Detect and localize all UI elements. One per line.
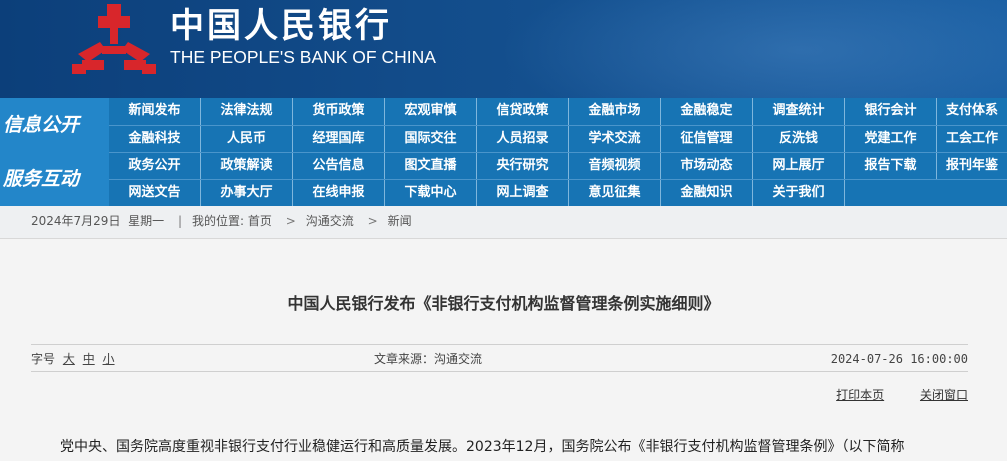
nav-item[interactable]: 人民币 bbox=[201, 126, 293, 153]
font-medium-button[interactable]: 中 bbox=[83, 352, 95, 366]
header-glow bbox=[500, 0, 1007, 98]
chevron-right-icon: > bbox=[285, 214, 296, 228]
nav-item[interactable]: 网送文告 bbox=[109, 180, 201, 207]
nav-item[interactable]: 国际交往 bbox=[385, 126, 477, 153]
nav-item[interactable]: 关于我们 bbox=[753, 180, 845, 207]
main-nav: 信息公开 服务互动 新闻发布 法律法规 货币政策 宏观审慎 信贷政策 金融市场 … bbox=[0, 98, 1007, 207]
nav-item[interactable]: 报刊年鉴 bbox=[937, 153, 1007, 180]
nav-grid: 新闻发布 法律法规 货币政策 宏观审慎 信贷政策 金融市场 金融稳定 调查统计 … bbox=[109, 98, 1007, 207]
article-source: 文章来源：沟通交流 bbox=[374, 352, 483, 366]
nav-item[interactable]: 法律法规 bbox=[201, 98, 293, 125]
nav-row-2: 金融科技 人民币 经理国库 国际交往 人员招录 学术交流 征信管理 反洗钱 党建… bbox=[109, 125, 1007, 153]
nav-item[interactable]: 市场动态 bbox=[661, 153, 753, 180]
font-small-button[interactable]: 小 bbox=[103, 352, 115, 366]
current-date: 2024年7月29日 bbox=[31, 214, 121, 228]
font-large-button[interactable]: 大 bbox=[63, 352, 75, 366]
nav-row-4: 网送文告 办事大厅 在线申报 下载中心 网上调查 意见征集 金融知识 关于我们 bbox=[109, 179, 1007, 207]
breadcrumb-prefix: 我的位置: bbox=[191, 214, 245, 228]
nav-section-info-disclosure: 信息公开 bbox=[0, 98, 109, 152]
article-content: 中国人民银行发布《非银行支付机构监督管理条例实施细则》 字号 大 中 小 文章来… bbox=[0, 254, 1007, 461]
print-page-link[interactable]: 打印本页 bbox=[836, 388, 884, 402]
nav-item[interactable]: 网上调查 bbox=[477, 180, 569, 207]
nav-item[interactable]: 政务公开 bbox=[109, 153, 201, 180]
nav-item[interactable]: 学术交流 bbox=[569, 126, 661, 153]
article-title: 中国人民银行发布《非银行支付机构监督管理条例实施细则》 bbox=[287, 294, 720, 313]
nav-item[interactable]: 在线申报 bbox=[293, 180, 385, 207]
nav-item[interactable]: 意见征集 bbox=[569, 180, 661, 207]
pboc-emblem-icon[interactable] bbox=[72, 2, 156, 76]
nav-item[interactable]: 信贷政策 bbox=[477, 98, 569, 125]
breadcrumb-divider: | bbox=[177, 214, 182, 228]
nav-item[interactable]: 经理国库 bbox=[293, 126, 385, 153]
nav-item[interactable]: 银行会计 bbox=[845, 98, 937, 125]
current-weekday: 星期一 bbox=[128, 214, 165, 228]
nav-item[interactable]: 图文直播 bbox=[385, 153, 477, 180]
nav-item[interactable]: 下载中心 bbox=[385, 180, 477, 207]
breadcrumb-news-link[interactable]: 新闻 bbox=[388, 214, 412, 228]
breadcrumb-communication-link[interactable]: 沟通交流 bbox=[306, 214, 354, 228]
nav-row-1: 新闻发布 法律法规 货币政策 宏观审慎 信贷政策 金融市场 金融稳定 调查统计 … bbox=[109, 98, 1007, 125]
nav-item[interactable]: 人员招录 bbox=[477, 126, 569, 153]
nav-item[interactable]: 公告信息 bbox=[293, 153, 385, 180]
breadcrumb-home-link[interactable]: 首页 bbox=[248, 214, 272, 228]
close-window-link[interactable]: 关闭窗口 bbox=[920, 388, 968, 402]
nav-item[interactable]: 金融科技 bbox=[109, 126, 201, 153]
nav-item[interactable]: 党建工作 bbox=[845, 126, 937, 153]
nav-item[interactable]: 金融市场 bbox=[569, 98, 661, 125]
nav-item[interactable]: 音频视频 bbox=[569, 153, 661, 180]
bank-name-en[interactable]: THE PEOPLE'S BANK OF CHINA bbox=[170, 47, 436, 67]
breadcrumb: 2024年7月29日 星期一 | 我的位置: 首页 > 沟通交流 > 新闻 bbox=[0, 206, 1007, 239]
font-size-label: 字号 bbox=[31, 352, 56, 366]
nav-item[interactable]: 金融稳定 bbox=[661, 98, 753, 125]
nav-item[interactable]: 报告下载 bbox=[845, 153, 937, 180]
font-size-controls: 字号 大 中 小 bbox=[31, 345, 115, 373]
article-datetime: 2024-07-26 16:00:00 bbox=[830, 352, 968, 366]
nav-row-3: 政务公开 政策解读 公告信息 图文直播 央行研究 音频视频 市场动态 网上展厅 … bbox=[109, 152, 1007, 180]
nav-item[interactable]: 新闻发布 bbox=[109, 98, 201, 125]
nav-item[interactable]: 支付体系 bbox=[937, 98, 1007, 125]
nav-item[interactable]: 网上展厅 bbox=[753, 153, 845, 180]
nav-item[interactable]: 征信管理 bbox=[661, 126, 753, 153]
article-body-first-line: 党中央、国务院高度重视非银行支付行业稳健运行和高质量发展。2023年12月，国务… bbox=[60, 439, 905, 455]
nav-item[interactable]: 办事大厅 bbox=[201, 180, 293, 207]
nav-section-service-interaction: 服务互动 bbox=[0, 152, 109, 206]
chevron-right-icon: > bbox=[367, 214, 378, 228]
nav-item[interactable]: 政策解读 bbox=[201, 153, 293, 180]
nav-item[interactable]: 货币政策 bbox=[293, 98, 385, 125]
nav-item[interactable]: 金融知识 bbox=[661, 180, 753, 207]
nav-item[interactable]: 工会工作 bbox=[937, 126, 1007, 153]
nav-item[interactable]: 调查统计 bbox=[753, 98, 845, 125]
nav-item[interactable]: 宏观审慎 bbox=[385, 98, 477, 125]
site-header: 中国人民银行 THE PEOPLE'S BANK OF CHINA bbox=[0, 0, 1007, 98]
article-tools: 打印本页 关闭窗口 bbox=[804, 386, 968, 403]
article-meta-bar: 字号 大 中 小 文章来源：沟通交流 2024-07-26 16:00:00 bbox=[31, 344, 968, 372]
nav-item[interactable]: 反洗钱 bbox=[753, 126, 845, 153]
bank-name-cn[interactable]: 中国人民银行 bbox=[170, 6, 392, 46]
nav-item[interactable]: 央行研究 bbox=[477, 153, 569, 180]
